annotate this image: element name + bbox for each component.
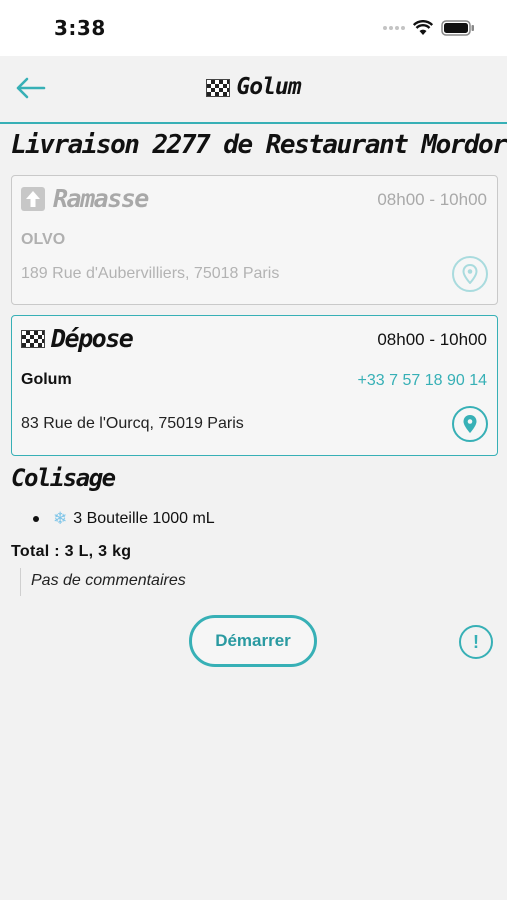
drop-address: 83 Rue de l'Ourcq, 75019 Paris <box>21 415 244 432</box>
snowflake-icon: ❄ <box>53 509 68 528</box>
item-label: 3 Bouteille 1000 mL <box>73 510 215 527</box>
checkered-flag-icon <box>21 329 45 348</box>
drop-title: Dépose <box>21 324 134 353</box>
alert-circle-icon: ! <box>473 631 479 652</box>
pickup-title-text: Ramasse <box>53 184 149 213</box>
pickup-location-button[interactable] <box>452 256 488 292</box>
status-bar: 3:38 <box>0 0 507 56</box>
header-title: Golum <box>0 74 507 100</box>
alert-button[interactable]: ! <box>459 625 493 659</box>
page-title: Livraison 2277 de Restaurant Mordor <box>11 130 507 160</box>
pickup-title: Ramasse <box>21 184 149 213</box>
drop-phone-link[interactable]: +33 7 57 18 90 14 <box>358 372 487 390</box>
start-button[interactable]: Démarrer <box>189 615 317 667</box>
pickup-time: 08h00 - 10h00 <box>377 190 487 209</box>
colisage-title: Colisage <box>11 464 116 492</box>
status-time: 3:38 <box>54 16 106 40</box>
drop-location-button[interactable] <box>452 406 488 442</box>
drop-card: Dépose 08h00 - 10h00 Golum +33 7 57 18 9… <box>11 315 498 456</box>
arrow-up-box-icon <box>21 186 45 211</box>
drop-name: Golum <box>21 371 72 388</box>
status-icons <box>383 20 475 36</box>
wifi-icon <box>413 20 433 35</box>
battery-icon <box>441 20 474 36</box>
checkered-flag-icon <box>206 78 231 97</box>
map-pin-icon <box>462 264 478 284</box>
nav-header: Golum <box>0 56 507 124</box>
drop-title-text: Dépose <box>51 324 134 353</box>
list-item: ❄ 3 Bouteille 1000 mL <box>33 509 215 529</box>
comment-text: Pas de commentaires <box>20 568 186 596</box>
cellular-signal-icon <box>383 26 405 30</box>
pickup-card: Ramasse 08h00 - 10h00 OLVO 189 Rue d'Aub… <box>11 175 498 305</box>
pickup-address: 189 Rue d'Aubervilliers, 75018 Paris <box>21 265 280 282</box>
pickup-name: OLVO <box>21 231 66 248</box>
drop-time: 08h00 - 10h00 <box>377 330 487 349</box>
map-pin-icon <box>463 415 477 433</box>
bullet <box>33 516 39 522</box>
total-summary: Total : 3 L, 3 kg <box>11 543 132 560</box>
header-title-text: Golum <box>236 74 301 100</box>
